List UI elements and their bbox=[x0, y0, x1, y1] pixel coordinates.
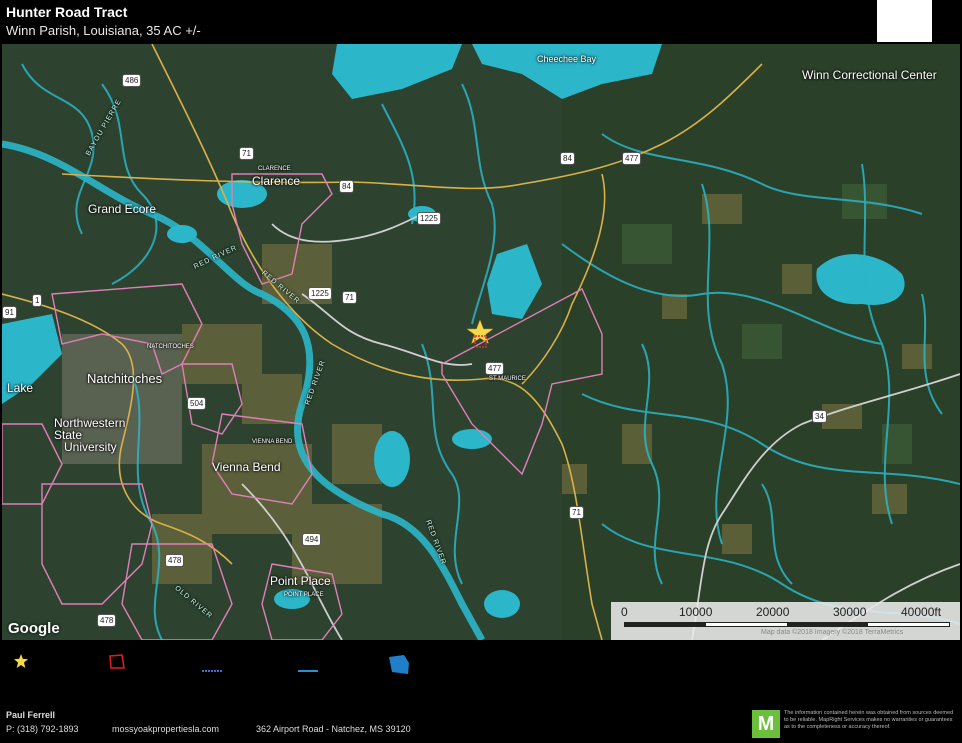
route-shield-494: 494 bbox=[302, 533, 322, 546]
map-legend bbox=[0, 640, 962, 706]
scale-bar-panel: 0 10000 20000 30000 40000ft Map data ©20… bbox=[611, 602, 960, 640]
route-shield-477b: 477 bbox=[485, 362, 505, 375]
legend-line-icon bbox=[298, 660, 318, 678]
label-university: University bbox=[64, 440, 117, 454]
scale-tick-0: 0 bbox=[621, 605, 628, 619]
scale-tick-2: 20000 bbox=[756, 605, 790, 619]
route-shield-71a: 71 bbox=[239, 147, 254, 160]
agent-address: 362 Airport Road - Natchez, MS 39120 bbox=[256, 724, 411, 734]
label-st-maurice: ST MAURICE bbox=[489, 376, 526, 382]
label-cheechee-bay: Cheechee Bay bbox=[537, 54, 597, 64]
legend-star-icon bbox=[14, 654, 28, 673]
route-shield-91: 91 bbox=[2, 306, 17, 319]
scale-bar bbox=[624, 622, 950, 627]
label-lake: Lake bbox=[7, 381, 34, 395]
agent-name: Paul Ferrell bbox=[6, 710, 56, 720]
label-natchitoches-small: NATCHITOCHES bbox=[147, 344, 194, 350]
route-shield-71b: 71 bbox=[342, 291, 357, 304]
map-graphics bbox=[2, 44, 960, 640]
route-shield-504: 504 bbox=[187, 397, 207, 410]
scale-tick-3: 30000 bbox=[833, 605, 867, 619]
route-shield-1225b: 1225 bbox=[308, 287, 332, 300]
label-natchitoches: Natchitoches bbox=[87, 371, 163, 386]
route-shield-1: 1 bbox=[32, 294, 43, 307]
scale-tick-4: 40000ft bbox=[901, 605, 942, 619]
route-shield-84b: 84 bbox=[560, 152, 575, 165]
label-clarence: Clarence bbox=[252, 174, 301, 188]
mapright-logo-icon: M bbox=[752, 710, 780, 738]
route-shield-486: 486 bbox=[122, 74, 142, 87]
google-logo: Google bbox=[8, 620, 60, 637]
route-shield-1225a: 1225 bbox=[417, 212, 441, 225]
map-title: Hunter Road Tract bbox=[6, 4, 128, 20]
page-footer: Paul Ferrell P: (318) 792-1893 mossyoakp… bbox=[0, 706, 962, 743]
label-grand-ecore: Grand Ecore bbox=[88, 202, 157, 216]
map-subtitle: Winn Parish, Louisiana, 35 AC +/- bbox=[6, 23, 201, 38]
agent-phone: P: (318) 792-1893 bbox=[6, 724, 79, 734]
label-point-place: Point Place bbox=[270, 574, 331, 588]
legend-red-boundary-icon bbox=[108, 654, 126, 675]
route-shield-71c: 71 bbox=[569, 506, 584, 519]
disclaimer-text: The information contained herein was obt… bbox=[784, 710, 954, 730]
label-clarence-small: CLARENCE bbox=[258, 166, 291, 172]
legend-dashed-line-icon bbox=[202, 660, 222, 678]
map-header: Hunter Road Tract Winn Parish, Louisiana… bbox=[0, 0, 962, 44]
label-vienna-small: VIENNA BEND bbox=[252, 439, 293, 445]
route-shield-478a: 478 bbox=[165, 554, 185, 567]
route-shield-84a: 84 bbox=[339, 180, 354, 193]
map-attribution: Map data ©2018 Imagery ©2018 TerraMetric… bbox=[761, 629, 904, 636]
company-logo-box bbox=[877, 0, 932, 42]
legend-water-shape-icon bbox=[388, 654, 410, 681]
label-vienna-bend: Vienna Bend bbox=[212, 460, 281, 474]
route-shield-477a: 477 bbox=[622, 152, 642, 165]
scale-tick-1: 10000 bbox=[679, 605, 713, 619]
label-point-small: POINT PLACE bbox=[284, 592, 324, 598]
satellite-map[interactable]: Winn Correctional Center Cheechee Bay Cl… bbox=[2, 44, 960, 640]
route-shield-478b: 478 bbox=[97, 614, 117, 627]
label-winn-correctional: Winn Correctional Center bbox=[802, 68, 937, 82]
agent-website: mossyoakpropertiesla.com bbox=[112, 724, 220, 734]
route-shield-34: 34 bbox=[812, 410, 827, 423]
